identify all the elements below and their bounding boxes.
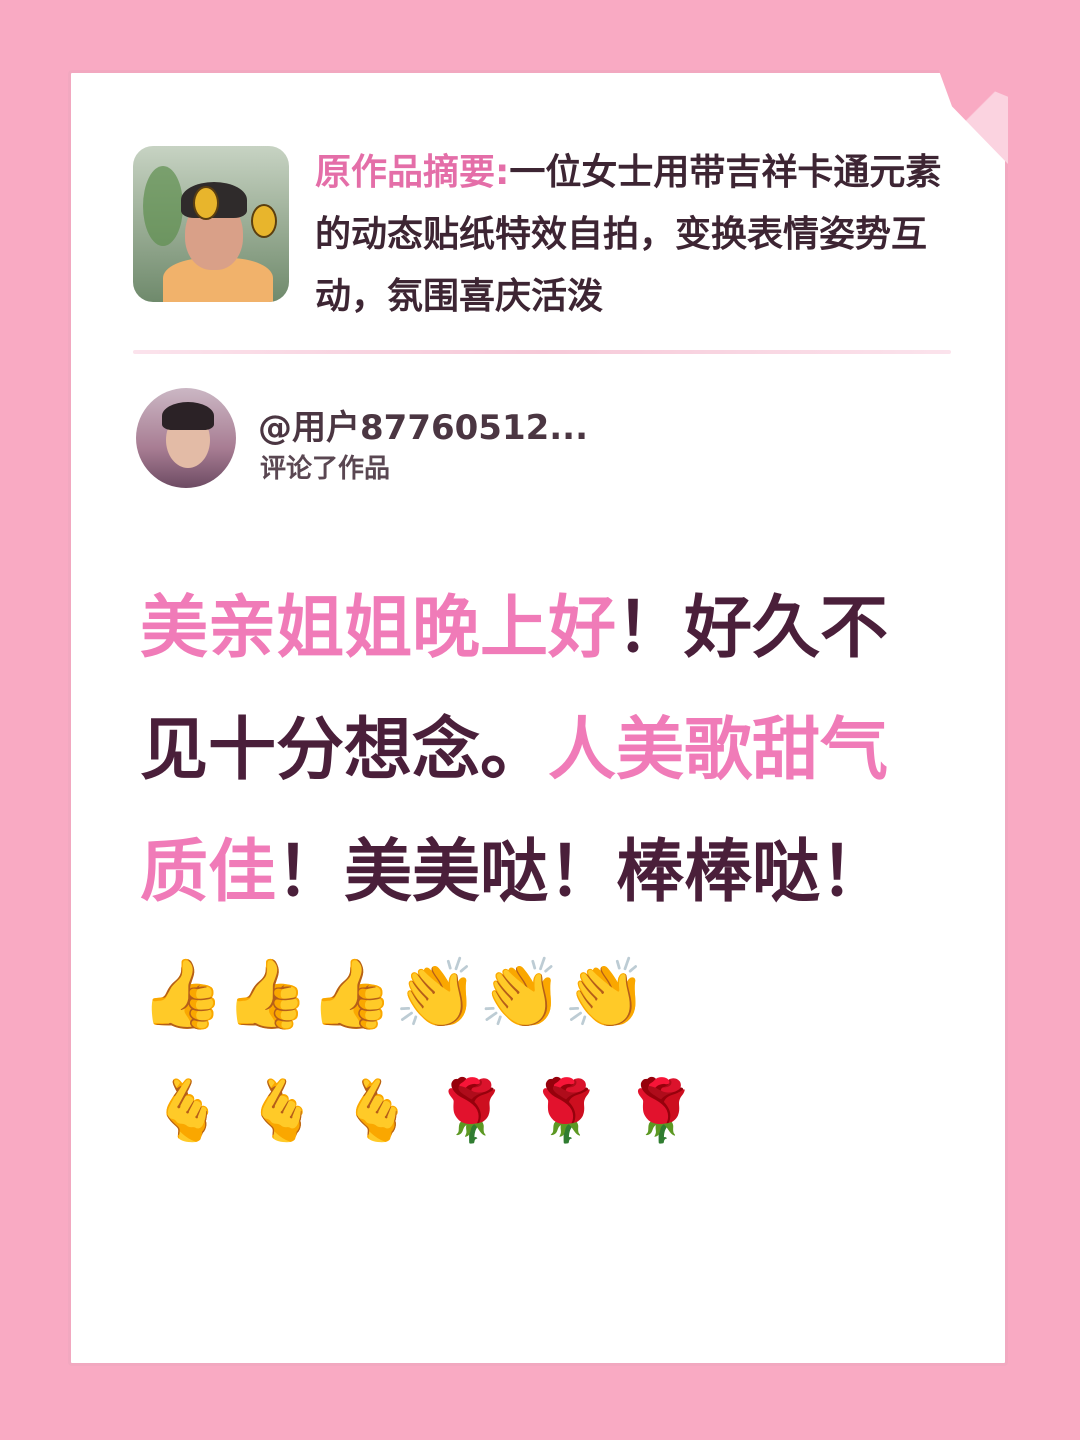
finger-heart-icon: 🫰 <box>150 1076 245 1146</box>
work-thumbnail[interactable] <box>133 146 289 302</box>
commenter-header: @用户87760512... 评论了作品 <box>136 388 736 488</box>
avatar[interactable] <box>136 388 236 488</box>
divider <box>133 350 951 354</box>
comment-action-text: 评论了作品 <box>260 454 391 484</box>
rose-icon: 🌹 <box>623 1076 719 1146</box>
thumbs-up-icon: 👍 <box>140 955 225 1034</box>
clapping-hands-icon: 👏 <box>394 955 479 1034</box>
sticker-icon <box>251 204 277 238</box>
clapping-hands-icon: 👏 <box>478 955 564 1034</box>
finger-heart-icon: 🫰 <box>339 1076 435 1146</box>
summary-text-block: 原作品摘要:一位女士用带吉祥卡通元素的动态贴纸特效自拍，变换表情姿势互动，氛围喜… <box>315 142 955 328</box>
sticker-icon <box>193 186 219 220</box>
summary-label: 原作品摘要: <box>315 152 510 193</box>
rose-icon: 🌹 <box>434 1076 529 1146</box>
original-work-summary: 原作品摘要:一位女士用带吉祥卡通元素的动态贴纸特效自拍，变换表情姿势互动，氛围喜… <box>133 146 953 317</box>
comment-greeting: 美亲姐姐晚上好 <box>140 589 617 668</box>
rose-icon: 🌹 <box>528 1076 624 1146</box>
emoji-inline-group: 👍👍👍👏👏👏 <box>140 955 648 1034</box>
emoji-row: 🫰🫰🫰🌹🌹🌹 <box>150 1066 718 1156</box>
comment-text: 美亲姐姐晚上好！好久不见十分想念。人美歌甜气质佳！美美哒！棒棒哒！ 👍👍👍👏👏👏 <box>140 568 940 1056</box>
thumbnail-plant <box>143 166 183 246</box>
comment-cheer: ！美美哒！棒棒哒！ <box>276 833 889 912</box>
finger-heart-icon: 🫰 <box>244 1076 340 1146</box>
thumbs-up-icon: 👍 <box>224 955 310 1034</box>
avatar-hair <box>162 402 214 430</box>
username[interactable]: @用户87760512... <box>258 400 588 449</box>
thumbs-up-icon: 👍 <box>309 955 395 1034</box>
clapping-hands-icon: 👏 <box>563 955 649 1034</box>
